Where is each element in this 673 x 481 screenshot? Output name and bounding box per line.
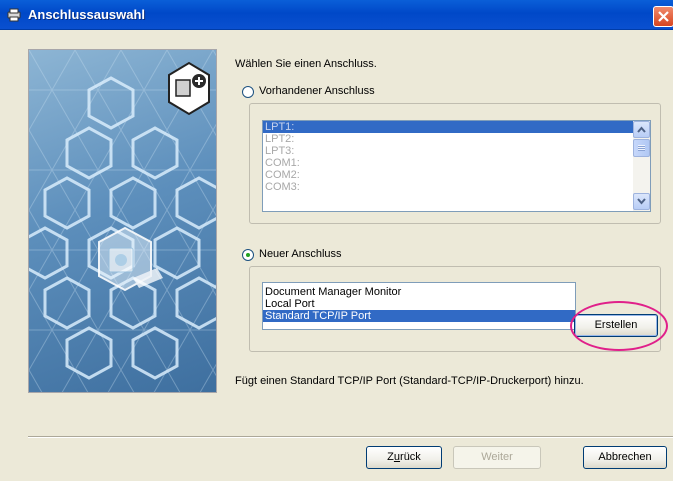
chevron-down-icon <box>637 198 646 205</box>
title-bar[interactable]: Anschlussauswahl <box>0 0 673 30</box>
close-icon <box>658 11 669 22</box>
instruction-text: Wählen Sie einen Anschluss. <box>235 58 377 70</box>
next-button[interactable]: Weiter <box>453 446 541 469</box>
separator <box>28 436 673 438</box>
highlight-ring <box>570 301 668 351</box>
existing-port-list[interactable]: LPT1: LPT2: LPT3: COM1: COM2: COM3: <box>262 120 651 212</box>
new-port-type-list[interactable]: Document Manager Monitor Local Port Stan… <box>262 282 576 330</box>
printer-icon <box>7 8 21 22</box>
new-port-label[interactable]: Neuer Anschluss <box>259 248 342 260</box>
window-title: Anschlussauswahl <box>28 7 146 22</box>
list-item[interactable]: LPT2: <box>263 133 650 145</box>
existing-port-radio[interactable] <box>242 86 254 98</box>
port-description: Fügt einen Standard TCP/IP Port (Standar… <box>235 375 584 387</box>
list-item[interactable]: LPT1: <box>263 121 650 133</box>
close-button[interactable] <box>653 6 673 27</box>
back-button-label: Zurück <box>387 451 421 463</box>
existing-port-label[interactable]: Vorhandener Anschluss <box>259 85 375 97</box>
scroll-thumb[interactable] <box>633 139 650 157</box>
new-port-radio[interactable] <box>242 249 254 261</box>
list-item[interactable]: LPT3: <box>263 145 650 157</box>
list-scrollbar[interactable] <box>633 121 650 211</box>
cancel-button[interactable]: Abbrechen <box>583 446 667 469</box>
chevron-up-icon <box>637 126 646 133</box>
wizard-illustration <box>28 49 217 393</box>
list-item[interactable]: Local Port <box>263 298 575 310</box>
list-item[interactable]: COM1: <box>263 157 650 169</box>
add-port-icon <box>168 61 210 116</box>
list-item[interactable]: Standard TCP/IP Port <box>263 310 575 322</box>
list-item[interactable]: Document Manager Monitor <box>263 286 575 298</box>
back-button-accesskey: u <box>393 451 401 463</box>
list-item[interactable]: COM3: <box>263 181 650 193</box>
scroll-down-button[interactable] <box>633 193 650 210</box>
back-button[interactable]: Zurück <box>366 446 442 469</box>
scroll-up-button[interactable] <box>633 121 650 138</box>
list-item[interactable]: COM2: <box>263 169 650 181</box>
